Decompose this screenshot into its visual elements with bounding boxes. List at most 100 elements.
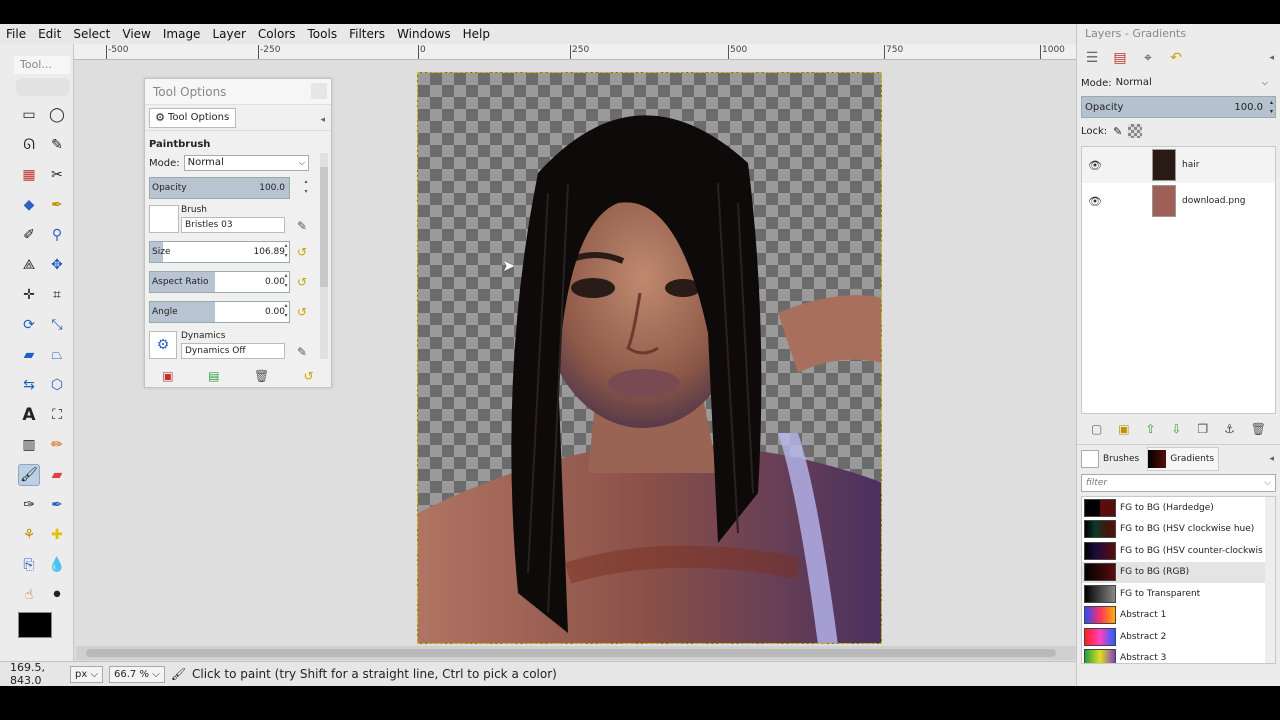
menu-select[interactable]: Select	[67, 24, 116, 44]
scissors-icon[interactable]: ✂	[46, 164, 68, 186]
clone-icon[interactable]: ⚘	[18, 524, 40, 546]
perspective-icon[interactable]: ⏢	[46, 344, 68, 366]
aspect-ratio-slider[interactable]: Aspect Ratio 0.00	[149, 271, 290, 293]
rotate-icon[interactable]: ⟳	[18, 314, 40, 336]
free-select-icon[interactable]: ᘏ	[18, 134, 40, 156]
airbrush-icon[interactable]: ✑	[18, 494, 40, 516]
new-layer-icon[interactable]: ▢	[1091, 422, 1102, 436]
lock-pixels-icon[interactable]: ✎	[1113, 125, 1122, 138]
gradient-item[interactable]: FG to Transparent	[1082, 583, 1275, 605]
angle-slider[interactable]: Angle 0.00	[149, 301, 290, 323]
dodge-burn-icon[interactable]: ⚫	[46, 584, 68, 606]
zoom-icon[interactable]: ⚲	[46, 224, 68, 246]
chevron-down-icon[interactable]: ⌵	[1264, 475, 1271, 491]
scrollbar-thumb[interactable]	[86, 649, 1056, 657]
layer-row[interactable]: 👁 download.png	[1082, 183, 1275, 219]
blend-icon[interactable]: ▥	[18, 434, 40, 456]
delete-layer-icon[interactable]: 🗑	[1251, 422, 1266, 436]
layers-tab-icon[interactable]: ☰	[1081, 47, 1103, 69]
bucket-fill-icon[interactable]: ⛶	[46, 404, 68, 426]
dynamics-preview[interactable]: ⚙	[149, 331, 177, 359]
gradient-item[interactable]: FG to BG (Hardedge)	[1082, 497, 1275, 519]
fuzzy-select-icon[interactable]: ✎	[46, 134, 68, 156]
ink-icon[interactable]: ✒	[46, 494, 68, 516]
paths-tab-icon[interactable]: ⌖	[1137, 47, 1159, 69]
text-icon[interactable]: A	[18, 404, 40, 426]
duplicate-layer-icon[interactable]: ❐	[1197, 422, 1208, 436]
tab-brushes[interactable]: Brushes	[1081, 447, 1143, 471]
brush-preview[interactable]	[149, 205, 179, 233]
layer-mode-dropdown[interactable]: Normal ⌵	[1116, 74, 1276, 92]
mode-dropdown[interactable]: Normal ⌵	[183, 155, 309, 171]
close-icon[interactable]	[311, 83, 327, 99]
eye-icon[interactable]: 👁	[1082, 195, 1108, 208]
menu-view[interactable]: View	[116, 24, 156, 44]
aspect-spinner[interactable]: ▴ ▾	[282, 271, 290, 293]
menu-filters[interactable]: Filters	[343, 24, 391, 44]
image-canvas[interactable]	[417, 72, 882, 644]
dock-menu-icon[interactable]: ◂	[1269, 454, 1274, 464]
cage-transform-icon[interactable]: ⬡	[46, 374, 68, 396]
shear-icon[interactable]: ▰	[18, 344, 40, 366]
move-icon[interactable]: ✥	[46, 254, 68, 276]
tab-menu-icon[interactable]: ◂	[320, 115, 325, 125]
angle-spinner[interactable]: ▴ ▾	[282, 301, 290, 323]
size-slider[interactable]: Size 106.89	[149, 241, 290, 263]
layer-name[interactable]: download.png	[1182, 196, 1246, 206]
perspective-clone-icon[interactable]: ⎘	[18, 554, 40, 576]
delete-preset-icon[interactable]: 🗑	[254, 369, 269, 383]
gradient-item[interactable]: Abstract 2	[1082, 626, 1275, 648]
menu-layer[interactable]: Layer	[206, 24, 251, 44]
dock-menu-icon[interactable]: ◂	[1269, 53, 1274, 63]
smudge-icon[interactable]: ☝	[18, 584, 40, 606]
menu-help[interactable]: Help	[457, 24, 496, 44]
gradient-item[interactable]: Abstract 1	[1082, 605, 1275, 627]
scale-icon[interactable]: ⤡	[46, 314, 68, 336]
gradient-filter-input[interactable]: filter ⌵	[1081, 474, 1276, 492]
undo-history-tab-icon[interactable]: ↶	[1165, 47, 1187, 69]
menu-windows[interactable]: Windows	[391, 24, 457, 44]
gradient-item[interactable]: FG to BG (HSV clockwise hue)	[1082, 519, 1275, 541]
horizontal-scrollbar[interactable]	[76, 646, 1076, 660]
edit-dynamics-icon[interactable]: ✎	[295, 345, 309, 359]
heal-icon[interactable]: ✚	[46, 524, 68, 546]
unit-selector[interactable]: px ⌵	[70, 665, 104, 683]
reset-aspect-icon[interactable]: ↺	[295, 275, 309, 289]
blur-icon[interactable]: 💧	[46, 554, 68, 576]
menu-file[interactable]: File	[0, 24, 32, 44]
eraser-icon[interactable]: ▰	[46, 464, 68, 486]
flip-icon[interactable]: ⇆	[18, 374, 40, 396]
tool-options-scrollbar[interactable]	[320, 153, 328, 359]
pencil-icon[interactable]: ✏	[46, 434, 68, 456]
menu-edit[interactable]: Edit	[32, 24, 67, 44]
align-icon[interactable]: ✛	[18, 284, 40, 306]
fg-color-swatch[interactable]	[18, 612, 52, 638]
foreground-select-icon[interactable]: ◆	[18, 194, 40, 216]
gradient-item[interactable]: Abstract 3	[1082, 648, 1275, 663]
size-spinner[interactable]: ▴ ▾	[282, 241, 290, 263]
eye-icon[interactable]: 👁	[1082, 159, 1108, 172]
gradient-list-scrollbar[interactable]	[1265, 497, 1275, 663]
tab-tool-options[interactable]: ⚙ Tool Options	[149, 107, 237, 128]
lower-layer-icon[interactable]: ⇩	[1171, 422, 1181, 436]
raise-layer-icon[interactable]: ⇧	[1145, 422, 1155, 436]
opacity-slider[interactable]: Opacity 100.0	[149, 177, 290, 199]
lock-alpha-icon[interactable]	[1128, 124, 1143, 138]
color-picker-icon[interactable]: ✐	[18, 224, 40, 246]
measure-icon[interactable]: ⟁	[18, 254, 40, 276]
reset-options-icon[interactable]: ↺	[304, 369, 314, 383]
reset-angle-icon[interactable]: ↺	[295, 305, 309, 319]
reset-size-icon[interactable]: ↺	[295, 245, 309, 259]
color-select-icon[interactable]: ▦	[18, 164, 40, 186]
menu-image[interactable]: Image	[157, 24, 207, 44]
paths-icon[interactable]: ✒	[46, 194, 68, 216]
menu-colors[interactable]: Colors	[252, 24, 302, 44]
layer-row[interactable]: 👁 hair	[1082, 147, 1275, 183]
edit-brush-icon[interactable]: ✎	[295, 219, 309, 233]
ellipse-select-icon[interactable]: ◯	[46, 104, 68, 126]
opacity-spinner[interactable]: ▴ ▾	[1270, 98, 1273, 116]
channels-tab-icon[interactable]: ▤	[1109, 47, 1131, 69]
opacity-spinner[interactable]: ▴ ▾	[302, 177, 310, 199]
brush-name-field[interactable]: Bristles 03	[181, 217, 285, 233]
gradient-item[interactable]: FG to BG (HSV counter-clockwis	[1082, 540, 1275, 562]
